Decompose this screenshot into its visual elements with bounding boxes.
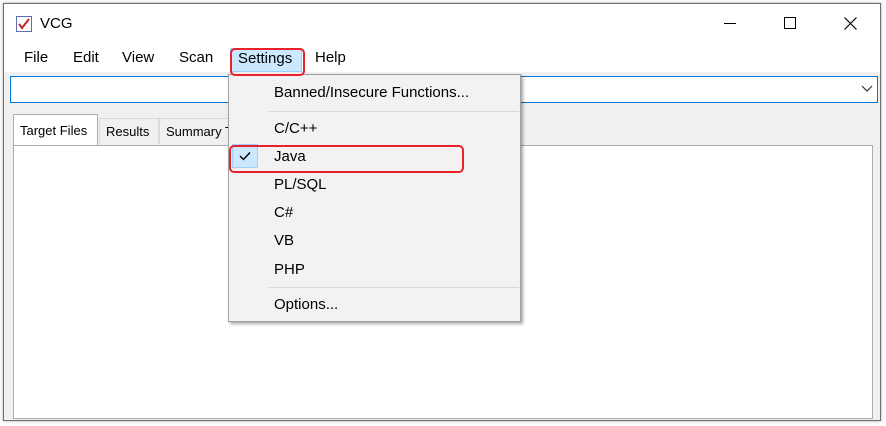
menu-item-label: C# [274,204,294,221]
close-icon [843,16,857,30]
menu-view[interactable]: View [122,49,154,66]
close-button[interactable] [827,4,873,42]
vcg-window: VCG File Edit View Scan Settings Help Ta… [3,3,881,421]
menu-item-plsql[interactable]: PL/SQL [229,171,520,197]
vcg-app-icon [16,16,32,32]
chevron-down-icon[interactable] [861,82,873,96]
menu-item-cpp[interactable]: C/C++ [229,115,520,141]
menu-item-label: PHP [274,261,305,278]
menu-help[interactable]: Help [315,49,346,66]
menu-item-csharp[interactable]: C# [229,199,520,225]
settings-dropdown-menu: Banned/Insecure Functions... C/C++ Java … [228,74,521,322]
tab-results[interactable]: Results [99,118,159,144]
menu-item-label: Options... [274,296,339,313]
menu-separator [269,111,519,112]
menu-item-options[interactable]: Options... [229,291,520,317]
maximize-icon [784,17,796,29]
maximize-button[interactable] [767,4,813,42]
menu-item-label: PL/SQL [274,176,327,193]
menu-separator [269,287,519,288]
menu-edit[interactable]: Edit [73,49,99,66]
menu-item-banned-functions[interactable]: Banned/Insecure Functions... [229,79,520,105]
title-bar: VCG [4,4,880,42]
settings-highlight-annotation [230,48,305,76]
menu-scan[interactable]: Scan [179,49,213,66]
tab-target-files[interactable]: Target Files [13,114,98,145]
menu-file[interactable]: File [24,49,48,66]
minimize-icon [724,23,736,24]
java-highlight-annotation [229,145,464,173]
menu-bar: File Edit View Scan Settings Help [4,42,880,72]
menu-item-php[interactable]: PHP [229,256,520,282]
window-title: VCG [40,15,73,32]
menu-item-vb[interactable]: VB [229,227,520,253]
menu-item-label: VB [274,232,295,249]
tab-summary[interactable]: Summary T [159,118,239,144]
menu-item-label: Banned/Insecure Functions... [274,84,470,101]
menu-item-label: C/C++ [274,120,318,137]
minimize-button[interactable] [707,4,753,42]
